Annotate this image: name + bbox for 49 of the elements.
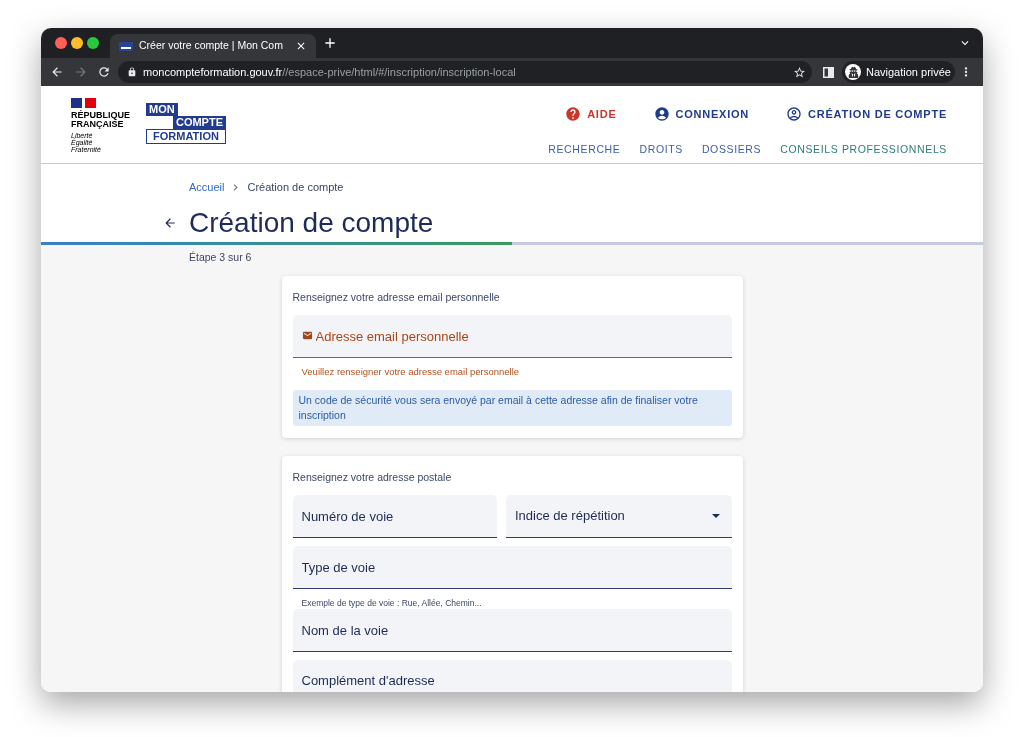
- tab-title: Créer votre compte | Mon Com: [139, 38, 284, 54]
- browser-tab[interactable]: Créer votre compte | Mon Com: [110, 34, 316, 58]
- address-bar[interactable]: moncompteformation.gouv.fr//espace-prive/html/#/inscription/inscription-local: [118, 61, 812, 83]
- incognito-icon: [845, 64, 861, 80]
- section-heading: Renseignez votre adresse postale: [292, 470, 452, 484]
- dropdown-field[interactable]: Indice de répétition: [506, 495, 732, 538]
- reload-icon[interactable]: [97, 65, 111, 79]
- nav-link[interactable]: RECHERCHE: [548, 142, 621, 158]
- breadcrumb-current: Création de compte: [247, 179, 344, 195]
- back-arrow-icon[interactable]: [163, 216, 177, 230]
- window-minimize-icon[interactable]: [71, 37, 83, 49]
- text-field[interactable]: Nom de la voie: [292, 609, 732, 652]
- caret-icon: [711, 514, 720, 518]
- text-field[interactable]: Type de voie: [292, 546, 732, 589]
- user-outline-icon: [786, 106, 803, 122]
- page-title: Création de compte: [189, 206, 434, 240]
- user-icon: [653, 106, 670, 122]
- star-icon[interactable]: [793, 65, 806, 79]
- lock-icon: [127, 67, 137, 77]
- profile-button[interactable]: Navigation privée: [842, 61, 955, 83]
- login-link[interactable]: CONNEXION: [653, 105, 750, 123]
- help-link[interactable]: AIDE: [565, 105, 617, 123]
- back-icon[interactable]: [50, 65, 64, 79]
- mail-icon: [301, 330, 313, 341]
- logo-word: MON: [146, 103, 178, 116]
- section-heading: Renseignez votre adresse email personnelle: [292, 290, 500, 304]
- side-panel-icon[interactable]: [823, 66, 834, 78]
- new-tab-icon[interactable]: [322, 35, 338, 51]
- text-field[interactable]: Complément d'adresse: [292, 660, 732, 692]
- nav-link[interactable]: DROITS: [639, 142, 683, 158]
- close-icon[interactable]: [295, 40, 307, 52]
- favicon-icon: [119, 41, 133, 51]
- info-message: Un code de sécurité vous sera envoyé par email à cette adresse afin de finaliser votre inscription: [292, 390, 732, 426]
- email-field[interactable]: Adresse email personnelle: [292, 315, 732, 358]
- window-close-icon[interactable]: [55, 37, 67, 49]
- field-hint: Exemple de type de voie : Rue, Allée, Chemin...: [301, 598, 482, 609]
- error-message: Veuillez renseigner votre adresse email personnelle: [301, 366, 520, 378]
- nav-link[interactable]: DOSSIERS: [701, 142, 762, 158]
- help-icon: [565, 106, 582, 122]
- flag-icon: [71, 98, 96, 108]
- logo-word: FORMATION: [146, 129, 226, 144]
- window-zoom-icon[interactable]: [87, 37, 99, 49]
- logo-word: COMPTE: [172, 116, 226, 129]
- republic-name: RÉPUBLIQUE FRANÇAISE: [71, 111, 131, 129]
- text-field[interactable]: Numéro de voie: [292, 495, 497, 538]
- step-label: Étape 3 sur 6: [189, 250, 252, 264]
- breadcrumb-link[interactable]: Accueil: [189, 178, 225, 196]
- nav-link[interactable]: CONSEILS PROFESSIONNELS: [780, 142, 947, 158]
- signup-link[interactable]: CRÉATION DE COMPTE: [786, 105, 947, 123]
